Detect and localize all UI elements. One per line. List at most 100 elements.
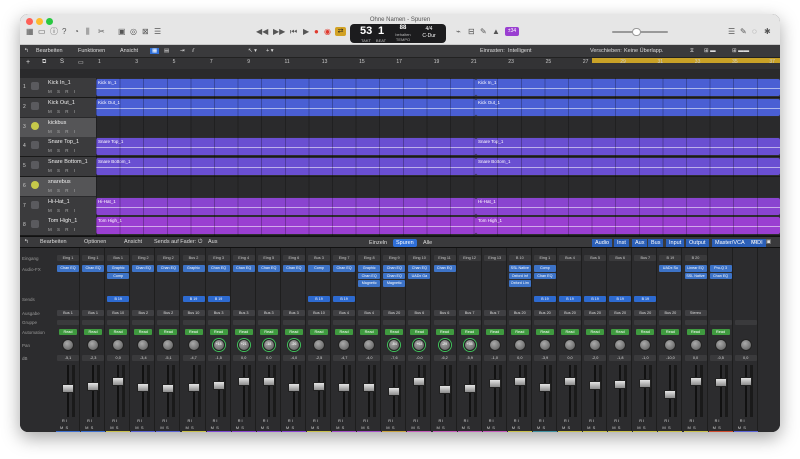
audio-fx-slot[interactable]: Chan EQ (232, 265, 255, 272)
volume-db[interactable]: 0,0 (734, 355, 757, 361)
channel-name[interactable]: drumbus (507, 431, 532, 432)
filter-input[interactable]: Input (666, 239, 685, 247)
record-input-buttons[interactable]: R I (188, 419, 193, 423)
output-slot[interactable]: Bus 3 (257, 310, 280, 316)
track-name[interactable]: Snare Top_1 (48, 139, 79, 145)
volume-db[interactable]: -4,7 (333, 355, 356, 361)
group-slot[interactable] (82, 320, 105, 325)
track-lane[interactable]: Kick Out_1 Kick Out_1 (96, 97, 780, 117)
volume-fader[interactable] (287, 382, 300, 392)
record-input-buttons[interactable]: R I (388, 419, 393, 423)
mute-solo-buttons[interactable]: M S (662, 425, 678, 430)
volume-fader[interactable] (538, 382, 551, 392)
volume-fader[interactable] (438, 384, 451, 394)
output-slot[interactable]: Bus 7 (458, 310, 481, 316)
output-slot[interactable]: Bus 20 (659, 310, 682, 316)
track-header[interactable]: 4 Snare Top_1 M S R I (20, 137, 96, 157)
group-slot[interactable] (408, 320, 431, 325)
output-slot[interactable]: Bus 3 (282, 310, 305, 316)
track-lane[interactable]: Kick In_1 Kick In_1 (96, 78, 780, 97)
automation-mode[interactable]: Read (661, 329, 680, 335)
mode-tracks[interactable]: Spuren (393, 239, 417, 247)
output-slot[interactable]: Bus 10 (182, 310, 205, 316)
flex-icon[interactable]: ⫽ (192, 48, 194, 55)
audio-region[interactable]: Kick Out_1 (96, 98, 476, 116)
fader-track[interactable] (644, 365, 647, 417)
audio-fx-slot[interactable]: Graphic (107, 265, 130, 272)
input-slot[interactable]: Bus 3 (308, 255, 330, 261)
pan-knob[interactable] (338, 339, 351, 351)
mute-solo-buttons[interactable]: M S (637, 425, 653, 430)
group-slot[interactable] (207, 320, 230, 325)
audio-fx-slot[interactable]: Chan EQ (282, 265, 305, 272)
track-header[interactable]: 1 Kick In_1 M S R I (20, 78, 96, 97)
audio-fx-slot[interactable]: Oxford Inf (508, 272, 531, 279)
group-slot[interactable] (584, 320, 607, 325)
fader-track[interactable] (318, 365, 320, 417)
track-row[interactable]: 8 Tom High_1 M S R I Tom High_1 Tom High_1 (20, 216, 780, 236)
output-slot[interactable]: Bus 3 (207, 310, 230, 316)
output-slot[interactable]: Bus 4 (333, 310, 356, 316)
record-input-buttons[interactable]: R I (87, 419, 92, 423)
volume-db[interactable]: 0,0 (232, 355, 255, 361)
record-input-buttons[interactable]: R I (363, 419, 368, 423)
audio-fx-slot[interactable]: Magnetic (383, 280, 406, 287)
channel-name[interactable]: orgelbus (583, 431, 608, 432)
audio-fx-slot[interactable]: Chan EQ (408, 265, 431, 272)
mute-solo-buttons[interactable]: M S (336, 425, 352, 430)
volume-fader[interactable] (388, 387, 401, 396)
duplicate-track-icon[interactable]: ⧉ (42, 59, 46, 66)
forward-icon[interactable]: ▶▶ (273, 27, 285, 37)
audio-fx-slot[interactable]: Comp (533, 265, 556, 272)
record-input-buttons[interactable]: R I (464, 419, 469, 423)
group-slot[interactable] (559, 320, 581, 325)
automation-mode[interactable]: Read (234, 329, 253, 335)
send-slot[interactable]: B 19 (559, 296, 581, 302)
bar-ruler[interactable]: 1 3 5 7 9 11 13 15 17 19 21 23 25 27 29 31 33 35 37 (96, 58, 780, 69)
volume-db[interactable]: -3,4 (132, 355, 155, 361)
track-name[interactable]: snarebus (48, 179, 71, 185)
list-editors-icon[interactable]: ☰ (728, 27, 735, 37)
pan-knob[interactable] (689, 339, 702, 351)
track-mute-solo[interactable]: M S R I (48, 89, 77, 94)
record-input-buttons[interactable]: R I (489, 419, 494, 423)
volume-fader[interactable] (739, 376, 752, 386)
track-mute-solo[interactable]: M S R I (48, 188, 77, 193)
pan-knob[interactable] (112, 339, 125, 351)
track-header[interactable]: 7 Hi-Hat_1 M S R I (20, 196, 96, 216)
pan-knob[interactable] (162, 339, 175, 351)
record-input-buttons[interactable]: R I (664, 419, 669, 423)
send-slot[interactable]: B 19 (308, 296, 330, 302)
group-slot[interactable] (358, 320, 381, 325)
input-slot[interactable]: Eing 6 (282, 255, 305, 261)
group-slot[interactable] (483, 320, 506, 325)
volume-db[interactable]: -4,7 (182, 355, 205, 361)
volume-fader[interactable] (664, 389, 677, 399)
output-slot[interactable]: Bus 20 (508, 310, 531, 316)
playhead-icon[interactable]: ⊠ (142, 27, 149, 37)
volume-fader[interactable] (714, 377, 727, 387)
mute-solo-buttons[interactable]: M S (386, 425, 402, 430)
automation-mode[interactable]: Read (109, 329, 128, 335)
automation-mode[interactable]: Read (335, 329, 354, 335)
audio-fx-slot[interactable]: Linear EQ (684, 265, 707, 272)
volume-db[interactable]: -10,0 (659, 355, 682, 361)
mute-solo-buttons[interactable]: M S (437, 425, 453, 430)
automation-mode[interactable]: Read (686, 329, 705, 335)
volume-db[interactable]: -4,0 (358, 355, 381, 361)
output-slot[interactable]: Bus 20 (609, 310, 632, 316)
channel-name[interactable]: Kick In_1 (56, 431, 80, 432)
record-input-buttons[interactable]: R I (137, 419, 142, 423)
audio-fx-slot[interactable]: Chan EQ (207, 265, 230, 272)
edit-menu[interactable]: Bearbeiten (36, 48, 63, 54)
automation-mode[interactable]: Read (134, 329, 153, 335)
rewind-icon[interactable]: ◀◀ (256, 27, 268, 37)
output-slot[interactable]: Bus 20 (584, 310, 607, 316)
output-slot[interactable]: Bus 20 (559, 310, 581, 316)
volume-fader[interactable] (112, 376, 125, 386)
mute-solo-buttons[interactable]: M S (562, 425, 578, 430)
mixer-back-icon[interactable]: ↰ (24, 239, 29, 245)
mute-solo-buttons[interactable]: M S (411, 425, 427, 430)
track-header[interactable]: 8 Tom High_1 M S R I (20, 216, 96, 236)
mute-solo-buttons[interactable]: M S (537, 425, 553, 430)
